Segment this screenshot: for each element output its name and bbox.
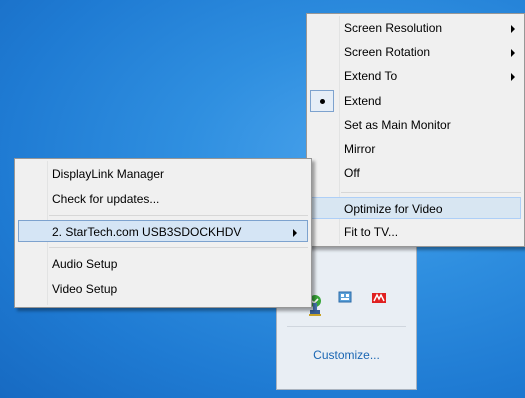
menu-item-label: Extend To xyxy=(344,69,398,83)
menu-item-label: Screen Resolution xyxy=(344,21,443,35)
graphics-card-icon[interactable] xyxy=(371,290,387,306)
tray-separator xyxy=(287,326,406,327)
menu-item-check-for-updates[interactable]: Check for updates... xyxy=(18,188,308,210)
menu-item-off[interactable]: Off xyxy=(310,162,521,184)
menu-item-extend-to[interactable]: Extend To xyxy=(310,65,521,87)
menu-item-screen-rotation[interactable]: Screen Rotation xyxy=(310,41,521,63)
menu-item-label: DisplayLink Manager xyxy=(52,167,165,181)
menu-item-label: Fit to TV... xyxy=(344,225,399,239)
menu-separator xyxy=(341,192,521,193)
menu-item-startech-device[interactable]: 2. StarTech.com USB3SDOCKHDV xyxy=(18,220,308,242)
menu-item-label: Check for updates... xyxy=(52,192,160,206)
menu-item-mirror[interactable]: Mirror xyxy=(310,138,521,160)
menu-item-label: Mirror xyxy=(344,142,376,156)
customize-link[interactable]: Customize... xyxy=(277,348,416,362)
menu-item-audio-setup[interactable]: Audio Setup xyxy=(18,253,308,275)
menu-item-label: Video Setup xyxy=(52,282,118,296)
display-settings-icon[interactable] xyxy=(337,290,353,306)
submenu-arrow-icon xyxy=(293,229,297,237)
menu-item-extend[interactable]: Extend xyxy=(310,90,521,112)
menu-separator xyxy=(49,215,308,216)
menu-item-screen-resolution[interactable]: Screen Resolution xyxy=(310,17,521,39)
menu-item-video-setup[interactable]: Video Setup xyxy=(18,278,308,300)
display-options-submenu: Screen Resolution Screen Rotation Extend… xyxy=(306,13,525,247)
menu-item-label: Screen Rotation xyxy=(344,45,431,59)
submenu-arrow-icon xyxy=(511,25,515,33)
submenu-arrow-icon xyxy=(511,73,515,81)
menu-item-optimize-for-video[interactable]: Optimize for Video xyxy=(310,197,521,219)
menu-item-label: 2. StarTech.com USB3SDOCKHDV xyxy=(52,225,242,239)
displaylink-context-menu: DisplayLink Manager Check for updates...… xyxy=(14,158,312,308)
menu-item-label: Optimize for Video xyxy=(344,202,443,216)
menu-item-label: Extend xyxy=(344,94,382,108)
menu-item-set-as-main-monitor[interactable]: Set as Main Monitor xyxy=(310,114,521,136)
menu-item-label: Audio Setup xyxy=(52,257,118,271)
menu-item-label: Set as Main Monitor xyxy=(344,118,451,132)
menu-item-fit-to-tv[interactable]: Fit to TV... xyxy=(310,221,521,243)
menu-item-displaylink-manager[interactable]: DisplayLink Manager xyxy=(18,163,308,185)
submenu-arrow-icon xyxy=(511,49,515,57)
menu-item-label: Off xyxy=(344,166,360,180)
menu-separator xyxy=(49,247,308,248)
